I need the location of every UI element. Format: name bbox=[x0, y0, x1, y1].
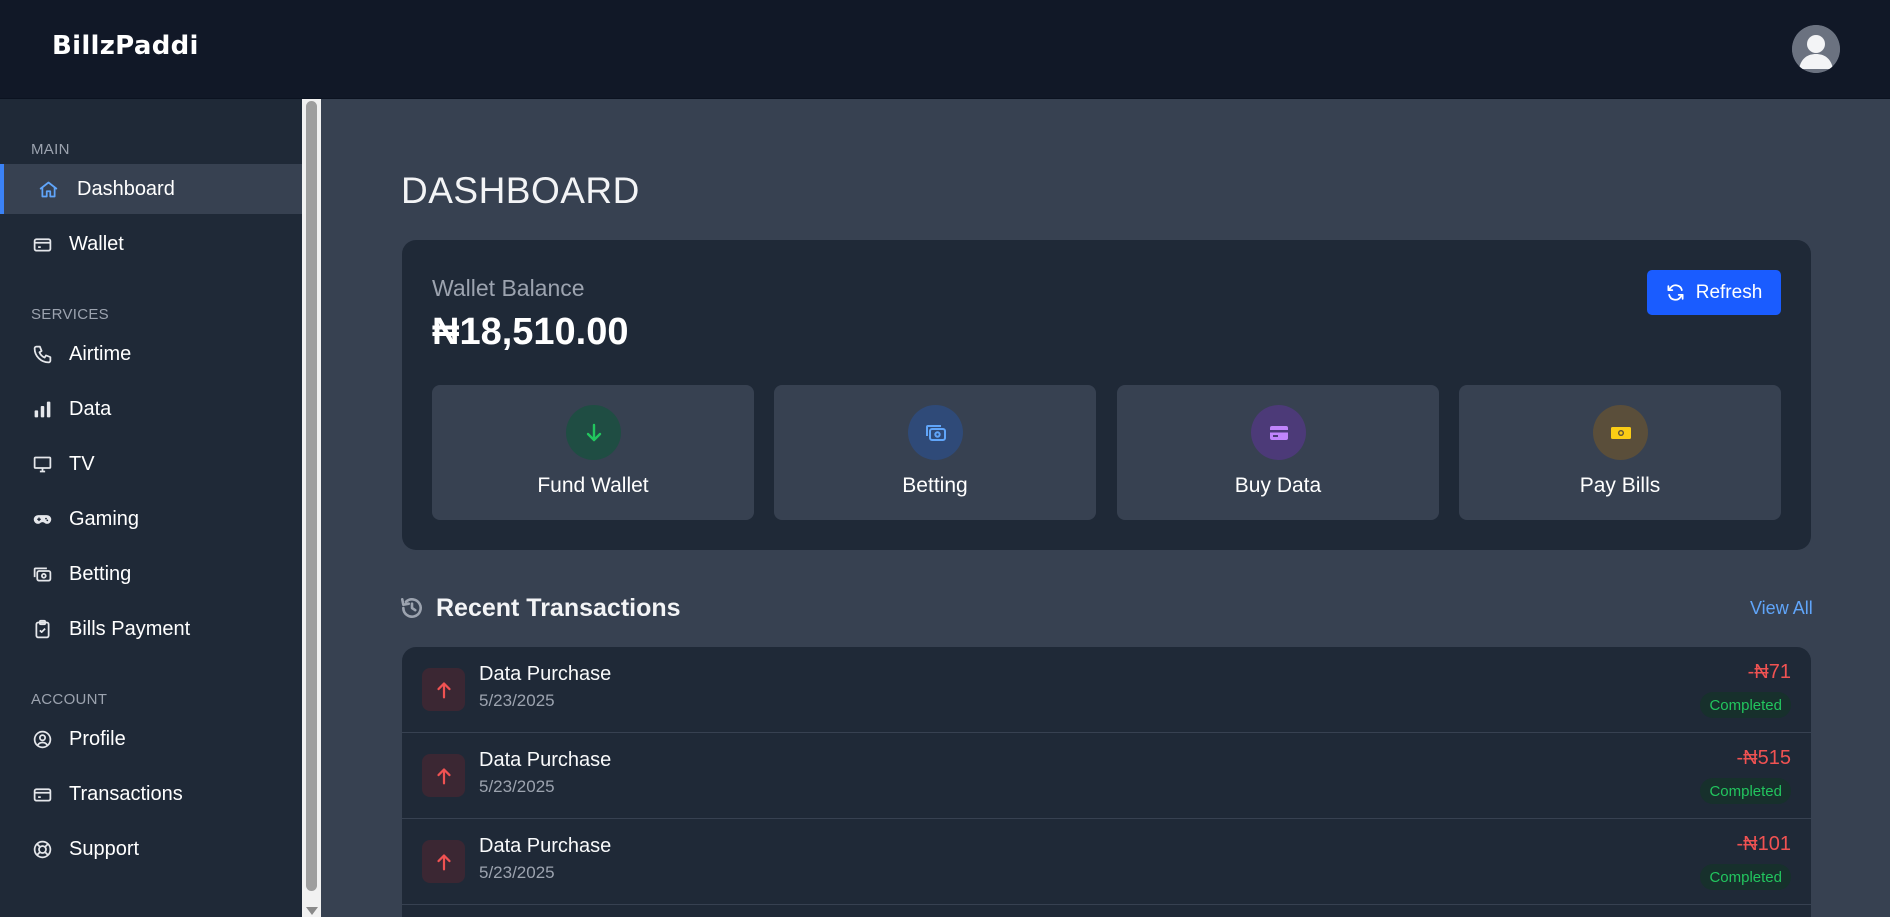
transactions-list: Data Purchase 5/23/2025 -₦71 Completed D… bbox=[402, 647, 1811, 917]
arrow-down-icon bbox=[566, 405, 621, 460]
card-icon bbox=[31, 783, 53, 805]
status-badge: Completed bbox=[1700, 864, 1791, 890]
buy-data-action[interactable]: Buy Data bbox=[1117, 385, 1439, 520]
refresh-button-label: Refresh bbox=[1695, 281, 1763, 303]
sidebar-item-label: Support bbox=[69, 837, 140, 860]
status-badge: Completed bbox=[1700, 778, 1791, 804]
action-label: Pay Bills bbox=[1579, 474, 1661, 497]
sidebar-item-gaming[interactable]: Gaming bbox=[0, 494, 302, 544]
app-logo[interactable]: BillzPaddi bbox=[52, 31, 199, 61]
transaction-name: Data Purchase bbox=[479, 749, 612, 771]
action-label: Fund Wallet bbox=[537, 474, 649, 497]
sidebar-item-transactions[interactable]: Transactions bbox=[0, 769, 302, 819]
refresh-button[interactable]: Refresh bbox=[1647, 270, 1781, 315]
scroll-down-arrow-icon[interactable] bbox=[306, 907, 318, 915]
transaction-row[interactable]: Data Purchase 5/23/2025 -₦101 Completed bbox=[402, 819, 1811, 905]
fund-wallet-action[interactable]: Fund Wallet bbox=[432, 385, 754, 520]
transaction-name: Data Purchase bbox=[479, 663, 612, 685]
lifebuoy-icon bbox=[31, 838, 53, 860]
transaction-row[interactable]: Data Purchase 5/23/2025 -₦71 Completed bbox=[402, 647, 1811, 733]
page-title: DASHBOARD bbox=[401, 170, 640, 211]
phone-icon bbox=[31, 343, 53, 365]
card-icon bbox=[1251, 405, 1306, 460]
wallet-balance-amount: ₦18,510.00 bbox=[432, 311, 629, 353]
sidebar-section-main: MAIN bbox=[31, 141, 70, 158]
wallet-card: Wallet Balance ₦18,510.00 Refresh Fund W… bbox=[402, 240, 1811, 550]
sidebar-item-support[interactable]: Support bbox=[0, 824, 302, 874]
sidebar-item-label: Betting bbox=[69, 562, 132, 585]
top-bar: BillzPaddi bbox=[0, 0, 1890, 99]
sidebar-item-label: Bills Payment bbox=[69, 617, 191, 640]
arrow-up-icon bbox=[422, 754, 465, 797]
user-circle-icon bbox=[31, 728, 53, 750]
transaction-amount: -₦101 bbox=[1736, 833, 1791, 855]
pay-bills-action[interactable]: Pay Bills bbox=[1459, 385, 1781, 520]
banknote-icon bbox=[1593, 405, 1648, 460]
arrow-up-icon bbox=[422, 840, 465, 883]
transaction-name: Data Purchase bbox=[479, 835, 612, 857]
sidebar-section-services: SERVICES bbox=[31, 306, 109, 323]
tv-icon bbox=[31, 453, 53, 475]
sidebar-item-label: Wallet bbox=[69, 232, 124, 255]
scrollbar-thumb[interactable] bbox=[306, 101, 317, 891]
sidebar-item-dashboard[interactable]: Dashboard bbox=[0, 164, 302, 214]
history-icon bbox=[400, 598, 422, 618]
transaction-amount: -₦515 bbox=[1736, 747, 1791, 769]
transaction-date: 5/23/2025 bbox=[479, 777, 555, 796]
sidebar-scrollbar[interactable] bbox=[302, 99, 321, 917]
status-badge: Completed bbox=[1700, 692, 1791, 718]
home-icon bbox=[37, 178, 59, 200]
action-label: Betting bbox=[902, 474, 968, 497]
signal-bars-icon bbox=[31, 398, 53, 420]
transaction-amount: -₦71 bbox=[1747, 661, 1791, 683]
money-icon bbox=[31, 563, 53, 585]
betting-action[interactable]: Betting bbox=[774, 385, 1096, 520]
sidebar-item-label: Data bbox=[69, 397, 112, 420]
view-all-link[interactable]: View All bbox=[1750, 598, 1813, 619]
arrow-up-icon bbox=[422, 668, 465, 711]
sidebar-item-label: Gaming bbox=[69, 507, 140, 530]
sidebar-item-label: Transactions bbox=[69, 782, 183, 805]
sidebar-section-account: ACCOUNT bbox=[31, 691, 108, 708]
transaction-date: 5/23/2025 bbox=[479, 863, 555, 882]
sidebar-item-label: Profile bbox=[69, 727, 126, 750]
refresh-icon bbox=[1667, 284, 1684, 301]
action-label: Buy Data bbox=[1234, 474, 1322, 497]
sidebar-item-wallet[interactable]: Wallet bbox=[0, 219, 302, 269]
sidebar-item-data[interactable]: Data bbox=[0, 384, 302, 434]
recent-transactions-title: Recent Transactions bbox=[436, 594, 681, 622]
sidebar-item-label: Dashboard bbox=[77, 177, 175, 200]
sidebar-item-tv[interactable]: TV bbox=[0, 439, 302, 489]
wallet-icon bbox=[31, 233, 53, 255]
sidebar-item-bills-payment[interactable]: Bills Payment bbox=[0, 604, 302, 654]
user-avatar-icon[interactable] bbox=[1792, 25, 1840, 73]
sidebar: MAIN Dashboard Wallet SERVICES Airtime D… bbox=[0, 99, 302, 917]
wallet-balance-label: Wallet Balance bbox=[432, 275, 585, 301]
transaction-date: 5/23/2025 bbox=[479, 691, 555, 710]
transaction-row[interactable]: Data Purchase 5/23/2025 -₦515 Completed bbox=[402, 733, 1811, 819]
sidebar-item-airtime[interactable]: Airtime bbox=[0, 329, 302, 379]
money-icon bbox=[908, 405, 963, 460]
clipboard-check-icon bbox=[31, 618, 53, 640]
sidebar-item-label: Airtime bbox=[69, 342, 132, 365]
sidebar-item-profile[interactable]: Profile bbox=[0, 714, 302, 764]
sidebar-item-label: TV bbox=[69, 452, 95, 475]
sidebar-item-betting[interactable]: Betting bbox=[0, 549, 302, 599]
gamepad-icon bbox=[31, 508, 53, 530]
